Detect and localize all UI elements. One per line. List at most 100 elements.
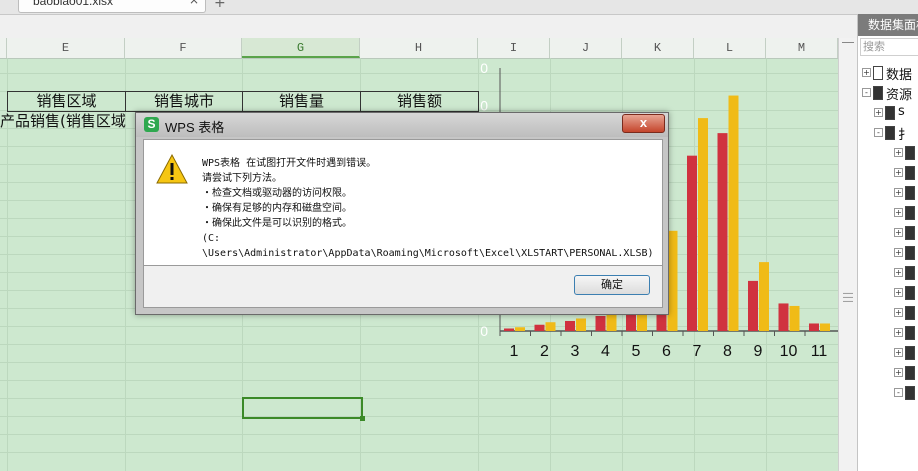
expand-icon[interactable]: + [894, 248, 903, 257]
panel-title: 数据集面板 [858, 14, 918, 36]
field-icon [905, 286, 915, 300]
message-line: ・检查文档或驱动器的访问权限。 [202, 188, 352, 199]
table-header-region[interactable]: 销售区域 [7, 91, 125, 112]
panel-search-input[interactable]: 搜索 [860, 38, 918, 56]
bar-series-1 [595, 315, 606, 331]
field-icon [905, 266, 915, 280]
column-header-partial[interactable] [0, 38, 7, 58]
bar-series-1 [687, 155, 697, 331]
column-header-h[interactable]: H [360, 38, 478, 58]
x-tick-label: 10 [780, 343, 798, 360]
dataset-panel: 数据集面板 搜索 + 数据 - 资源 + s - 扌 + + + + + + +… [857, 14, 918, 471]
x-tick-label: 1 [510, 343, 519, 360]
table-header-volume[interactable]: 销售量 [242, 91, 360, 112]
table-row-text[interactable]: 产品销售(销售区域 [0, 110, 126, 131]
grid-line [0, 452, 838, 453]
expand-icon[interactable]: + [894, 228, 903, 237]
tree-item-label: 数据 [886, 68, 913, 83]
expand-icon[interactable]: + [874, 108, 883, 117]
folder-icon [885, 126, 895, 140]
x-tick-label: 8 [723, 343, 732, 360]
collapse-icon[interactable]: - [894, 388, 903, 397]
bar-series-2 [789, 305, 800, 331]
bar-series-2 [515, 327, 525, 331]
wps-logo-icon: S [144, 117, 159, 132]
column-header-l[interactable]: L [694, 38, 766, 58]
expand-icon[interactable]: + [894, 348, 903, 357]
y-tick-label: 210 [480, 60, 488, 76]
close-tab-icon[interactable]: × [189, 0, 199, 7]
bar-series-1 [809, 323, 819, 331]
table-header-amount[interactable]: 销售额 [360, 91, 479, 112]
x-tick-label: 5 [632, 343, 641, 360]
bar-series-1 [717, 133, 728, 331]
bar-series-2 [728, 95, 739, 331]
field-icon [905, 226, 915, 240]
table-icon [873, 66, 883, 80]
bar-series-1 [748, 280, 758, 331]
scrollbar-grip-icon[interactable]: ― ― ― [843, 289, 853, 307]
grid-line [0, 380, 838, 381]
bar-series-2 [820, 323, 830, 331]
bar-series-1 [565, 320, 575, 331]
x-tick-label: 11 [811, 343, 828, 360]
expand-icon[interactable]: + [894, 168, 903, 177]
expand-icon[interactable]: + [894, 188, 903, 197]
dialog-close-button[interactable]: x [622, 114, 665, 133]
dialog-footer: 确定 [143, 266, 663, 308]
field-icon [905, 326, 915, 340]
expand-icon[interactable]: + [894, 368, 903, 377]
vertical-scrollbar[interactable]: ― ― ― [838, 38, 857, 471]
tree-item-label: s [898, 104, 905, 119]
tab-bar: baobiao01.xlsx × + [0, 0, 918, 15]
column-header-g[interactable]: G [242, 38, 360, 58]
warning-icon [156, 154, 188, 184]
folder-icon [885, 106, 895, 120]
expand-icon[interactable]: + [894, 328, 903, 337]
dialog-titlebar[interactable]: S WPS 表格 x [136, 113, 668, 137]
bar-series-2 [576, 318, 586, 331]
expand-icon[interactable]: + [862, 68, 871, 77]
expand-icon[interactable]: + [894, 288, 903, 297]
field-icon [905, 186, 915, 200]
message-line: WPS表格 在试图打开文件时遇到错误。 [202, 158, 377, 169]
column-header-e[interactable]: E [7, 38, 125, 58]
field-icon [905, 386, 915, 400]
collapse-icon[interactable]: - [874, 128, 883, 137]
ok-button[interactable]: 确定 [574, 275, 650, 295]
message-line: 请尝试下列方法。 [202, 173, 282, 184]
bar-series-2 [545, 322, 556, 331]
table-header-city[interactable]: 销售城市 [125, 91, 242, 112]
file-tab[interactable]: baobiao01.xlsx × [18, 0, 206, 13]
field-icon [905, 146, 915, 160]
y-tick-label: 0 [480, 323, 488, 339]
column-header-j[interactable]: J [550, 38, 622, 58]
bar-series-2 [667, 230, 678, 331]
expand-icon[interactable]: + [894, 208, 903, 217]
column-header-f[interactable]: F [125, 38, 242, 58]
expand-icon[interactable]: + [894, 148, 903, 157]
tree-item-label: 扌 [898, 128, 912, 143]
column-header-m[interactable]: M [766, 38, 838, 58]
x-tick-label: 3 [571, 343, 580, 360]
x-tick-label: 4 [601, 343, 610, 360]
message-line: (C: [202, 233, 221, 244]
active-cell[interactable] [242, 397, 365, 421]
field-icon [905, 306, 915, 320]
grid-line [0, 398, 838, 399]
column-header-i[interactable]: I [478, 38, 550, 58]
bar-series-2 [698, 118, 708, 331]
x-tick-label: 9 [754, 343, 763, 360]
field-icon [905, 346, 915, 360]
field-icon [905, 206, 915, 220]
expand-icon[interactable]: + [894, 268, 903, 277]
collapse-icon[interactable]: - [862, 88, 871, 97]
column-header-k[interactable]: K [622, 38, 694, 58]
scroll-top-icon[interactable] [842, 42, 854, 43]
column-header-bar: E F G H I J K L M [0, 38, 838, 59]
x-tick-label: 7 [693, 343, 702, 360]
expand-icon[interactable]: + [894, 308, 903, 317]
new-tab-icon[interactable]: + [214, 0, 226, 11]
dialog-message: WPS表格 在试图打开文件时遇到错误。 请尝试下列方法。 ・检查文档或驱动器的访… [202, 156, 654, 261]
bar-series-2 [606, 312, 617, 331]
